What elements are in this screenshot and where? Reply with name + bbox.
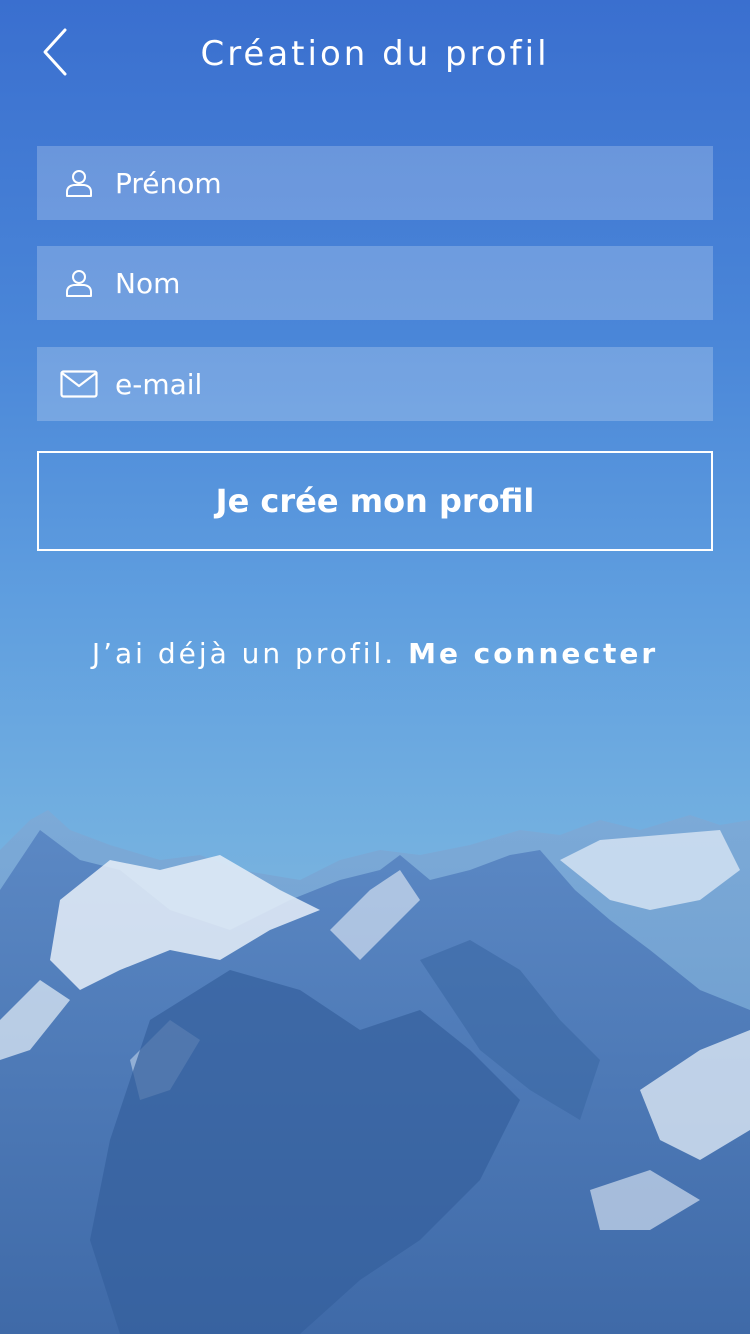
last-name-field[interactable]: [37, 246, 713, 320]
page-title: Création du profil: [200, 34, 550, 74]
login-link[interactable]: Me connecter: [408, 637, 658, 670]
first-name-field[interactable]: [37, 146, 713, 220]
envelope-icon: [59, 364, 99, 404]
user-icon: [59, 263, 99, 303]
login-prompt: J’ai déjà un profil. Me connecter: [0, 632, 750, 676]
login-prompt-text: J’ai déjà un profil.: [91, 637, 397, 670]
email-input[interactable]: [115, 347, 713, 421]
last-name-input[interactable]: [115, 246, 713, 320]
user-icon: [59, 163, 99, 203]
create-profile-button[interactable]: Je crée mon profil: [37, 451, 713, 551]
profile-creation-screen: Création du profil J: [0, 0, 750, 1334]
mountain-background-image: [0, 810, 750, 1334]
email-field[interactable]: [37, 347, 713, 421]
first-name-input[interactable]: [115, 146, 713, 220]
header: Création du profil: [0, 0, 750, 110]
